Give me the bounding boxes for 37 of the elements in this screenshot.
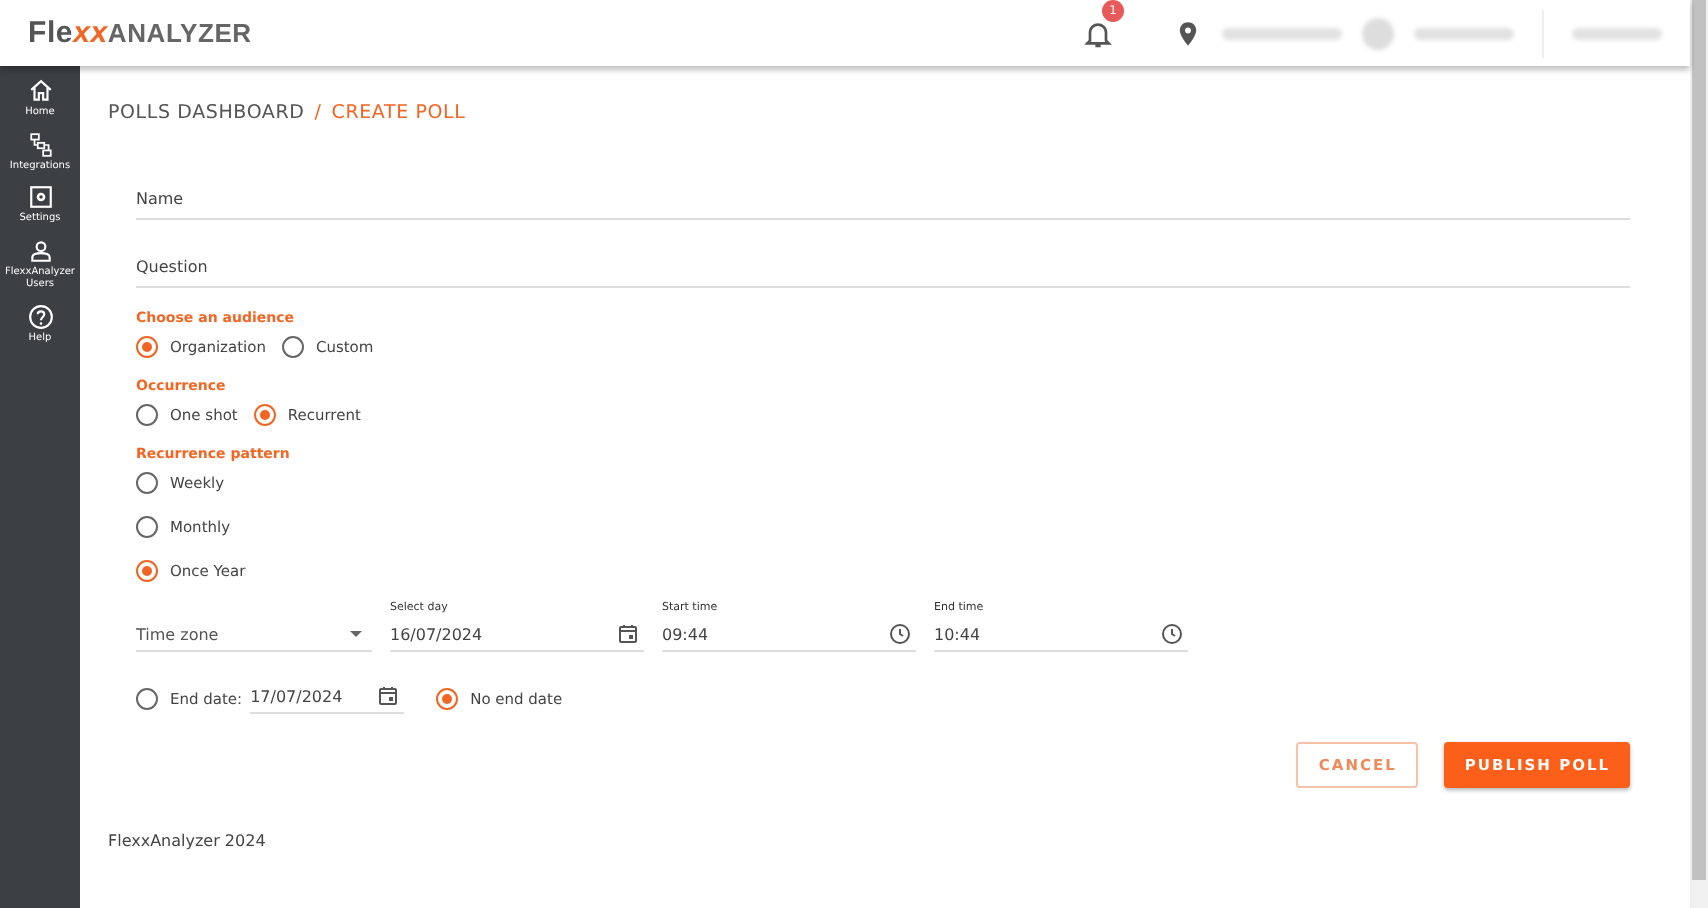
breadcrumb-current: CREATE POLL [331,102,466,124]
text-field[interactable]: Question [136,250,1630,288]
blurred-text [1414,27,1514,39]
user-icon [27,237,53,263]
radio-button[interactable] [136,560,158,582]
date-field[interactable]: 17/07/2024 [250,684,405,714]
help-icon [27,303,53,329]
calendar-icon [376,684,401,708]
text-field[interactable]: Name [136,182,1630,220]
logo: FlexxANALYZER [28,16,252,50]
bell-icon [1082,17,1114,49]
home-icon [27,78,53,104]
input-field[interactable]: 16/07/2024 [390,622,644,652]
radio-button[interactable] [136,516,158,538]
radio-button[interactable] [136,472,158,494]
location-pin-icon [1174,19,1202,47]
select-field[interactable]: Time zone [136,622,372,652]
flow-diagram-icon [27,131,53,157]
radio-button[interactable] [253,404,276,426]
clock-icon [1160,622,1184,646]
blurred-text [1572,27,1662,39]
radio-button[interactable] [136,404,158,426]
radio-button[interactable] [136,688,158,710]
scrollbar[interactable] [1690,0,1708,908]
input-field[interactable]: 10:44 [934,622,1188,652]
settings-icon [27,184,53,210]
clock-icon [888,622,912,646]
calendar-icon [616,622,640,646]
footer-text: FlexxAnalyzer 2024 [108,832,268,850]
radio-button[interactable] [436,688,459,710]
avatar [1362,17,1394,49]
radio-button[interactable] [136,336,158,358]
input-field[interactable]: 09:44 [662,622,916,652]
breadcrumb-link[interactable]: POLLS DASHBOARD [108,102,305,124]
blurred-text [1222,27,1342,39]
breadcrumb-separator: / [314,102,322,124]
radio-button[interactable] [281,336,304,358]
